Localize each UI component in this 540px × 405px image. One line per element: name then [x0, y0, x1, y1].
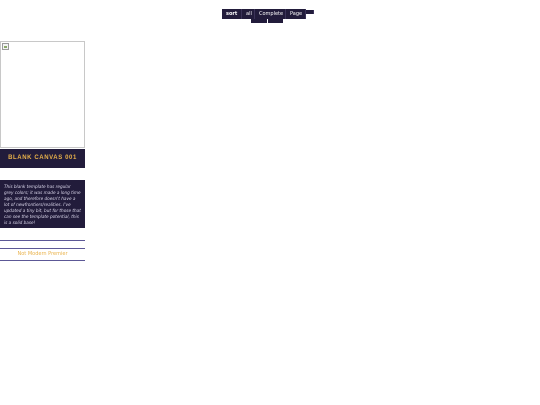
nav-complete-button[interactable]: Complete	[255, 9, 286, 19]
broken-image-icon	[2, 43, 9, 50]
sub-nav-item[interactable]	[251, 19, 267, 23]
sub-nav	[251, 19, 283, 23]
sidebar-subtitle	[0, 168, 85, 180]
sidebar-title: BLANK CANVAS 001	[0, 149, 85, 168]
preview-image	[0, 41, 85, 148]
top-nav: sort all Complete Page	[222, 9, 314, 19]
nav-extra-button[interactable]	[306, 10, 314, 14]
nav-sort-button[interactable]: sort	[222, 9, 242, 19]
nav-page-button[interactable]: Page	[286, 9, 306, 19]
sidebar: BLANK CANVAS 001 This blank template has…	[0, 41, 85, 261]
divider	[0, 240, 85, 241]
sub-nav-item[interactable]	[268, 19, 283, 23]
credit-link[interactable]: Not Modern Premier	[0, 249, 85, 260]
divider	[0, 260, 85, 261]
sidebar-description: This blank template has regular grey col…	[0, 180, 85, 228]
nav-all-button[interactable]: all	[242, 9, 255, 19]
